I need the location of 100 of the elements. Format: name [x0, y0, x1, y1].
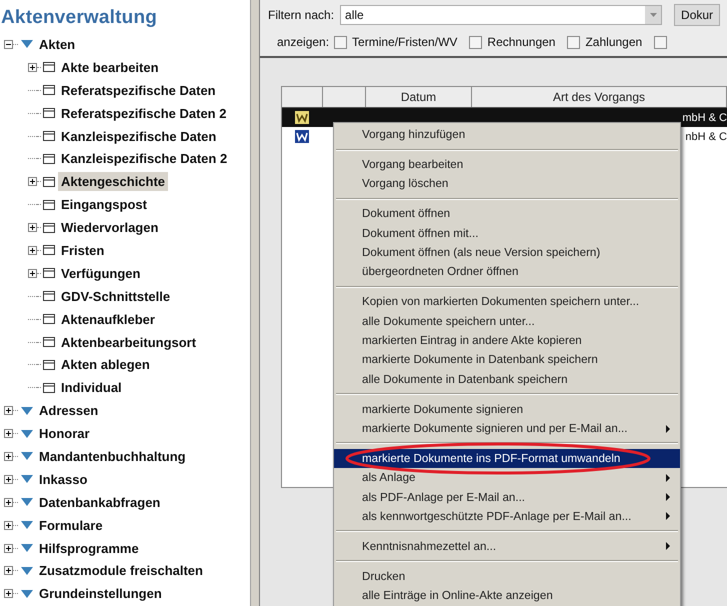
- triangle-down-icon: [21, 498, 33, 506]
- form-icon: [43, 360, 55, 370]
- submenu-arrow-icon: [666, 512, 670, 520]
- expand-toggle[interactable]: [28, 268, 37, 278]
- tree-item[interactable]: Akten ablegen: [58, 355, 153, 374]
- menu-item[interactable]: Vorgang löschen: [334, 174, 680, 194]
- table-cell: mbH & C: [682, 112, 727, 124]
- menu-item[interactable]: alle Dokumente speichern unter...: [334, 312, 680, 331]
- expand-toggle[interactable]: [4, 589, 13, 598]
- menu-item[interactable]: markierte Dokumente ins PDF-Format umwandeln: [334, 448, 680, 468]
- expand-toggle[interactable]: [4, 544, 13, 553]
- menu-item[interactable]: Kopien von markierten Dokumenten speichern unter...: [334, 292, 680, 312]
- menu-item[interactable]: Kenntnisnahmezettel an...: [334, 536, 680, 556]
- tree-item[interactable]: Zusatzmodule freischalten: [36, 561, 206, 580]
- triangle-down-icon: [21, 590, 33, 598]
- menu-item[interactable]: markierte Dokumente signieren: [334, 400, 680, 419]
- triangle-down-icon: [21, 406, 33, 415]
- checkbox[interactable]: [334, 36, 348, 48]
- menu-item[interactable]: Vorgang hinzufügen: [334, 125, 680, 144]
- expand-toggle[interactable]: [28, 177, 37, 186]
- tree-item[interactable]: Aktenbearbeitungsort: [58, 332, 200, 352]
- menu-item[interactable]: alle Dokumente in Datenbank speichern: [334, 370, 680, 389]
- form-icon: [43, 337, 55, 348]
- checkbox[interactable]: [469, 36, 482, 48]
- tree-item[interactable]: Aktenaufkleber: [58, 310, 158, 329]
- tree-item[interactable]: Akten: [36, 34, 78, 54]
- checkbox-label: Zahlungen: [585, 35, 642, 49]
- expand-toggle[interactable]: [4, 498, 13, 507]
- tree-item[interactable]: Eingangspost: [58, 195, 150, 214]
- tree-item[interactable]: Mandantenbuchhaltung: [36, 446, 189, 466]
- filter-label: Filtern nach:: [268, 8, 334, 22]
- triangle-down-icon: [21, 40, 33, 48]
- menu-item[interactable]: markierte Dokumente signieren und per E-Mail an...: [334, 418, 680, 438]
- form-icon: [43, 176, 55, 187]
- menu-item[interactable]: Dokument öffnen mit...: [334, 224, 680, 243]
- tree-item[interactable]: Fristen: [58, 240, 108, 260]
- collapse-toggle[interactable]: [4, 40, 13, 49]
- tree-item[interactable]: GDV-Schnittstelle: [58, 286, 174, 306]
- tree-item[interactable]: Adressen: [36, 401, 102, 420]
- documents-button[interactable]: Dokur: [674, 4, 720, 26]
- form-icon: [43, 85, 55, 96]
- tree-item[interactable]: Referatspezifische Daten: [58, 80, 219, 100]
- form-icon: [43, 62, 55, 72]
- triangle-down-icon: [21, 521, 33, 530]
- triangle-down-icon: [21, 430, 33, 438]
- menu-item[interactable]: Dokument öffnen (als neue Version speichern): [334, 242, 680, 262]
- tree-item[interactable]: Aktengeschichte: [58, 172, 168, 192]
- checkbox[interactable]: [567, 36, 580, 48]
- expand-toggle[interactable]: [28, 62, 37, 72]
- expand-toggle[interactable]: [4, 429, 13, 438]
- menu-item[interactable]: Dokument öffnen: [334, 204, 680, 224]
- menu-item[interactable]: markierten Eintrag in andere Akte kopieren: [334, 330, 680, 350]
- splitter-bar[interactable]: [250, 0, 260, 606]
- form-icon: [43, 222, 55, 233]
- tree-item[interactable]: Inkasso: [36, 470, 90, 489]
- submenu-arrow-icon: [666, 474, 670, 482]
- tree-item[interactable]: Grundeinstellungen: [36, 584, 165, 604]
- expand-toggle[interactable]: [28, 246, 37, 255]
- menu-item[interactable]: als Anlage: [334, 468, 680, 488]
- checkbox[interactable]: [654, 36, 668, 48]
- word-document-icon: [295, 130, 309, 143]
- menu-item[interactable]: Drucken: [334, 566, 680, 586]
- sidebar-title: Aktenverwaltung: [0, 6, 158, 30]
- menu-item[interactable]: übergeordneten Ordner öffnen: [334, 262, 680, 282]
- expand-toggle[interactable]: [4, 474, 13, 484]
- triangle-down-icon: [21, 452, 33, 460]
- tree-item[interactable]: Datenbankabfragen: [36, 492, 164, 512]
- tree-item[interactable]: Honorar: [36, 424, 93, 444]
- expand-toggle[interactable]: [4, 452, 13, 461]
- tree-item[interactable]: Akte bearbeiten: [58, 58, 162, 77]
- form-icon: [43, 382, 55, 393]
- menu-item[interactable]: als kennwortgeschützte PDF-Anlage per E-Mail an...: [334, 506, 680, 526]
- expand-toggle[interactable]: [4, 406, 13, 416]
- menu-item[interactable]: als PDF-Anlage per E-Mail an...: [334, 487, 680, 507]
- form-icon: [43, 200, 55, 210]
- dropdown-arrow-icon: [650, 13, 657, 17]
- tree-item[interactable]: Kanzleispezifische Daten: [58, 126, 220, 146]
- tree-item[interactable]: Formulare: [36, 516, 106, 535]
- tree-item[interactable]: Verfügungen: [58, 264, 144, 283]
- form-icon: [43, 268, 55, 278]
- expand-toggle[interactable]: [4, 566, 13, 576]
- show-label: anzeigen:: [277, 35, 330, 49]
- column-header[interactable]: Art des Vorgangs: [472, 87, 727, 107]
- form-icon: [43, 314, 55, 324]
- menu-item[interactable]: markierte Dokumente in Datenbank speichern: [334, 350, 680, 370]
- expand-toggle[interactable]: [28, 223, 37, 232]
- expand-toggle[interactable]: [4, 520, 13, 530]
- column-header[interactable]: Datum: [366, 87, 472, 107]
- tree-item[interactable]: Referatspezifische Daten 2: [58, 104, 230, 123]
- form-icon: [43, 108, 55, 118]
- menu-item[interactable]: alle Einträge in Online-Akte anzeigen: [334, 586, 680, 606]
- tree-item[interactable]: Individual: [58, 378, 125, 398]
- menu-item[interactable]: Vorgang bearbeiten: [334, 154, 680, 174]
- tree-item[interactable]: Wiedervorlagen: [58, 218, 162, 238]
- triangle-down-icon: [21, 544, 33, 552]
- tree-item[interactable]: Kanzleispezifische Daten 2: [58, 149, 230, 168]
- tree-item[interactable]: Hilfsprogramme: [36, 538, 142, 558]
- filter-dropdown[interactable]: alle: [340, 5, 662, 25]
- form-icon: [43, 131, 55, 141]
- table-cell: nbH & C: [685, 130, 727, 142]
